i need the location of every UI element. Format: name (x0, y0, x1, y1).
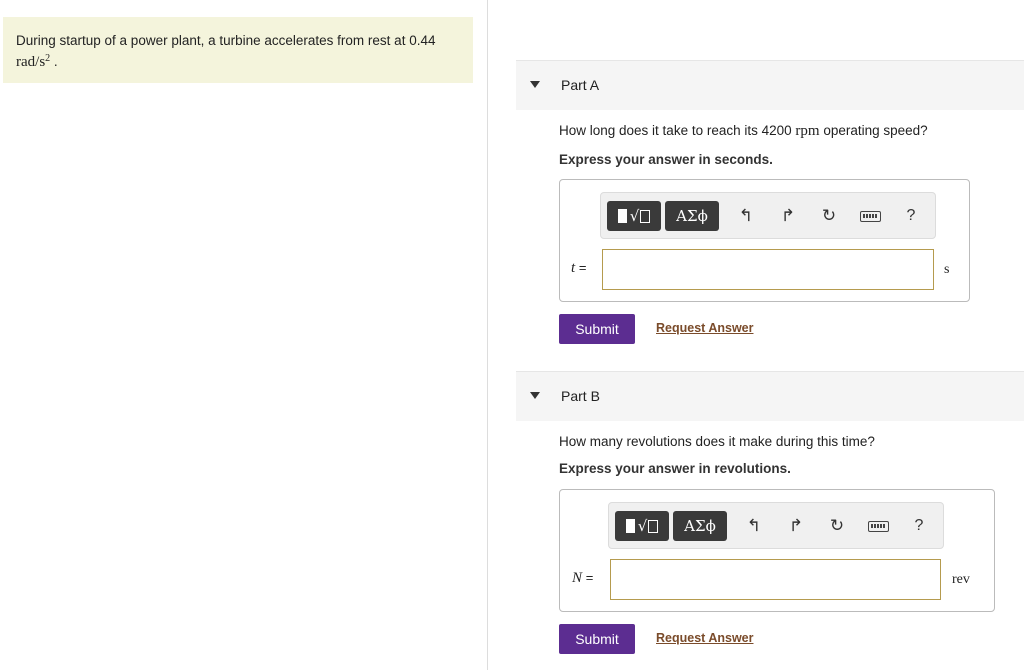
part-b-header[interactable]: Part B (516, 371, 1024, 421)
keyboard-icon[interactable] (858, 204, 882, 228)
help-button[interactable]: ? (899, 204, 923, 228)
variable-label: t = (571, 260, 587, 276)
greek-symbols-button[interactable]: ΑΣϕ (665, 201, 719, 231)
unit-label: s (944, 262, 950, 277)
redo-icon[interactable]: ↱ (784, 514, 808, 538)
problem-text: During startup of a power plant, a turbi… (16, 33, 436, 48)
math-toolbar: √ ΑΣϕ ↰ ↱ ↻ ? (600, 192, 936, 239)
collapse-caret-icon[interactable] (530, 81, 540, 88)
submit-button[interactable]: Submit (559, 314, 635, 344)
keyboard-icon[interactable] (866, 514, 890, 538)
request-answer-link[interactable]: Request Answer (656, 321, 753, 335)
problem-statement: During startup of a power plant, a turbi… (3, 17, 473, 83)
request-answer-link[interactable]: Request Answer (656, 631, 753, 645)
help-button[interactable]: ? (907, 514, 931, 538)
part-b-answer-panel: √ ΑΣϕ ↰ ↱ ↻ ? N = rev (559, 489, 995, 612)
part-a-header[interactable]: Part A (516, 60, 1024, 110)
part-a-question: How long does it take to reach its 4200 … (559, 123, 928, 139)
math-toolbar: √ ΑΣϕ ↰ ↱ ↻ ? (608, 502, 944, 549)
submit-button[interactable]: Submit (559, 624, 635, 654)
part-a-instruction: Express your answer in seconds. (559, 152, 773, 167)
variable-label: N = (572, 570, 594, 586)
reset-icon[interactable]: ↻ (817, 204, 841, 228)
templates-icon (617, 209, 627, 223)
templates-button[interactable]: √ (615, 511, 669, 541)
answer-input[interactable] (610, 559, 941, 600)
rpm-unit: rpm (795, 123, 820, 139)
part-b-title: Part B (561, 388, 600, 404)
problem-unit-suffix: . (50, 54, 58, 69)
part-b-instruction: Express your answer in revolutions. (559, 461, 791, 476)
problem-unit: rad/s2 (16, 53, 51, 70)
greek-symbols-button[interactable]: ΑΣϕ (673, 511, 727, 541)
part-a-answer-panel: √ ΑΣϕ ↰ ↱ ↻ ? t = s (559, 179, 970, 302)
templates-icon (625, 519, 635, 533)
collapse-caret-icon[interactable] (530, 392, 540, 399)
part-a-title: Part A (561, 77, 600, 93)
undo-icon[interactable]: ↰ (734, 204, 758, 228)
templates-button[interactable]: √ (607, 201, 661, 231)
part-b-question: How many revolutions does it make during… (559, 434, 875, 449)
undo-icon[interactable]: ↰ (742, 514, 766, 538)
reset-icon[interactable]: ↻ (825, 514, 849, 538)
column-divider (487, 0, 488, 670)
unit-label: rev (952, 572, 970, 587)
answer-input[interactable] (602, 249, 934, 290)
redo-icon[interactable]: ↱ (776, 204, 800, 228)
